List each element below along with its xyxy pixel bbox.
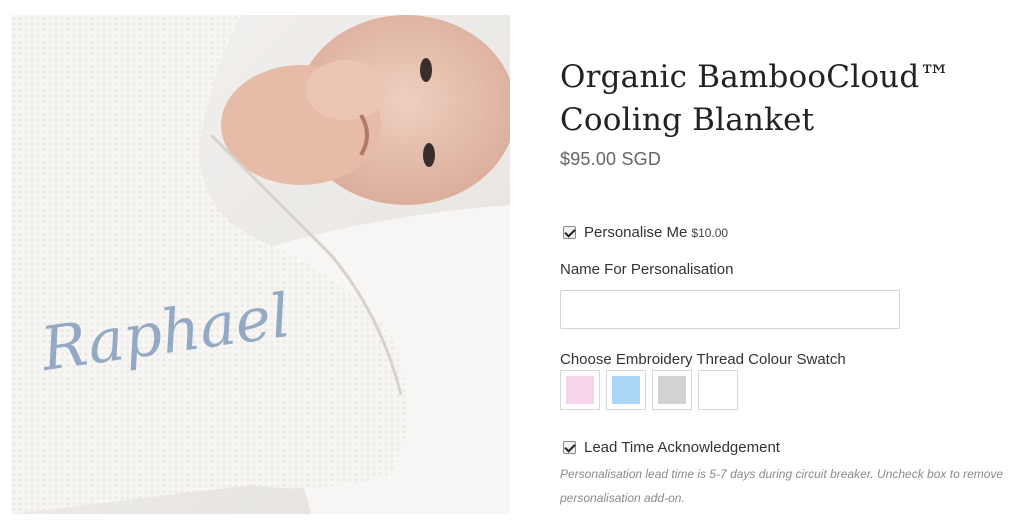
personalise-price: $10.00 (691, 225, 729, 240)
personalise-checkbox[interactable] (563, 226, 576, 239)
lead-time-option[interactable]: Lead Time Acknowledgement (563, 439, 780, 456)
swatch-blue[interactable] (606, 370, 646, 410)
lead-time-label: Lead Time Acknowledgement (584, 439, 780, 456)
swatch-group (560, 370, 738, 410)
swatch-label: Choose Embroidery Thread Colour Swatch (560, 351, 846, 368)
swatch-grey[interactable] (652, 370, 692, 410)
title-line-1: Organic BambooCloud™ (560, 59, 951, 95)
personalise-label: Personalise Me (584, 224, 688, 241)
lead-time-checkbox[interactable] (563, 441, 576, 454)
product-image: Raphael (11, 15, 510, 514)
product-title: Organic BambooCloud™ Cooling Blanket (560, 56, 1010, 142)
personalisation-name-input[interactable] (560, 290, 900, 329)
title-line-2: Cooling Blanket (560, 102, 815, 138)
baby-blanket-photo: Raphael (11, 15, 510, 514)
swatch-white[interactable] (698, 370, 738, 410)
product-price: $95.00 SGD (560, 149, 662, 169)
swatch-pink[interactable] (560, 370, 600, 410)
lead-time-note: Personalisation lead time is 5-7 days du… (560, 467, 1004, 505)
personalise-option[interactable]: Personalise Me $10.00 (563, 224, 728, 241)
name-field-label: Name For Personalisation (560, 261, 734, 278)
